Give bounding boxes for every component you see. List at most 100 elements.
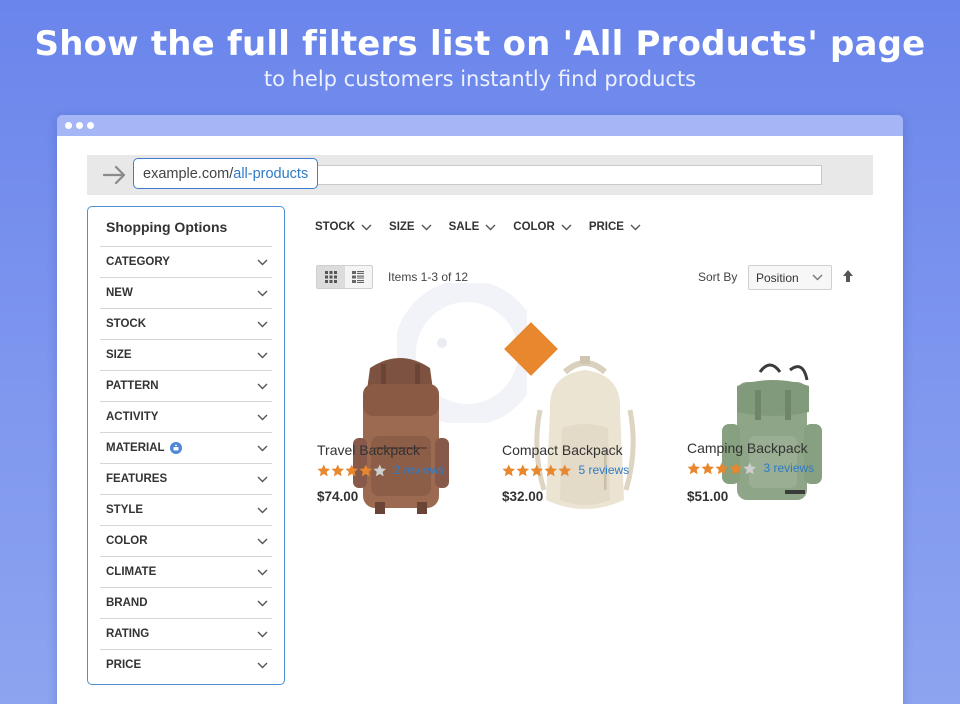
chevron-down-icon: [630, 224, 641, 230]
product-card[interactable]: Compact Backpack 5 reviews $32.00: [500, 350, 670, 640]
top-filter-stock[interactable]: STOCK: [315, 221, 372, 233]
url-domain: example.com/: [143, 165, 234, 182]
chevron-down-icon: [257, 631, 268, 637]
url-highlight[interactable]: example.com/all-products: [133, 158, 319, 189]
filter-item-color[interactable]: COLOR: [100, 525, 272, 556]
sort-label: Sort By: [698, 270, 738, 284]
star-filled-icon: [317, 463, 331, 476]
grid-view-button[interactable]: [317, 266, 345, 288]
star-filled-icon: [701, 461, 715, 474]
star-filled-icon: [687, 461, 701, 474]
list-view-button[interactable]: [345, 266, 373, 288]
star-empty-icon: [743, 461, 757, 474]
filter-label-text: BRAND: [106, 597, 148, 609]
window-dot-icon: [76, 122, 83, 129]
star-filled-icon: [530, 463, 544, 476]
filter-label-text: NEW: [106, 287, 133, 299]
chevron-down-icon: [257, 352, 268, 358]
banner-subline: to help customers instantly find product…: [263, 67, 697, 91]
filter-label: SIZE: [106, 349, 132, 361]
filter-item-stock[interactable]: STOCK: [100, 308, 272, 339]
filter-label-text: PRICE: [106, 659, 142, 671]
shopping-options-panel: Shopping Options CATEGORY NEW STOCK SIZE PAT…: [87, 206, 285, 685]
top-filter-sale[interactable]: SALE: [449, 221, 497, 233]
browser-titlebar: [57, 115, 903, 136]
filter-label-text: MATERIAL: [106, 442, 165, 454]
filter-label-text: STOCK: [106, 318, 147, 330]
sort-select[interactable]: Position: [748, 265, 832, 290]
product-card[interactable]: Travel Backpack 2 reviews $74.00: [315, 350, 485, 640]
filter-label-text: CATEGORY: [106, 256, 170, 268]
filter-label: BRAND: [106, 597, 148, 609]
product-grid: Travel Backpack 2 reviews $74.00 Compact B…: [315, 350, 860, 640]
filter-item-climate[interactable]: CLIMATE: [100, 556, 272, 587]
window-dot-icon: [65, 122, 72, 129]
filter-item-size[interactable]: SIZE: [100, 339, 272, 370]
product-card[interactable]: Camping Backpack 3 reviews $51.00: [685, 350, 855, 640]
filter-item-category[interactable]: CATEGORY: [100, 246, 272, 277]
chevron-down-icon: [257, 538, 268, 544]
sort-direction-arrow-icon[interactable]: [842, 269, 854, 283]
chevron-down-icon: [561, 224, 572, 230]
rating-stars: [502, 463, 572, 477]
product-rating: 2 reviews: [317, 463, 444, 477]
top-filter-color[interactable]: COLOR: [513, 221, 572, 233]
product-name[interactable]: Camping Backpack: [687, 440, 808, 456]
reviews-link[interactable]: 3 reviews: [764, 461, 815, 475]
star-filled-icon: [516, 463, 530, 476]
product-price: $74.00: [317, 489, 359, 504]
filter-item-price[interactable]: PRICE: [100, 649, 272, 680]
chevron-down-icon: [421, 224, 432, 230]
browser-window: example.com/all-products Shopping Option…: [57, 115, 903, 704]
filter-item-new[interactable]: NEW: [100, 277, 272, 308]
filter-item-features[interactable]: FEATURES: [100, 463, 272, 494]
rating-stars: [687, 461, 757, 475]
star-filled-icon: [359, 463, 373, 476]
top-filter-size[interactable]: SIZE: [389, 221, 432, 233]
reviews-link[interactable]: 2 reviews: [394, 463, 445, 477]
top-filter-label: STOCK: [315, 221, 356, 233]
filter-label: PATTERN: [106, 380, 159, 392]
filter-label: RATING: [106, 628, 149, 640]
grid-icon: [324, 271, 337, 283]
url-path: all-products: [233, 165, 309, 182]
filter-item-activity[interactable]: ACTIVITY: [100, 401, 272, 432]
filter-label-text: CLIMATE: [106, 566, 157, 578]
top-filter-label: SALE: [448, 221, 480, 233]
filter-label: FEATURES: [106, 473, 167, 485]
product-price: $51.00: [687, 489, 729, 504]
filter-item-brand[interactable]: BRAND: [100, 587, 272, 618]
chevron-down-icon: [257, 569, 268, 575]
filter-label: COLOR: [106, 535, 148, 547]
product-price: $32.00: [502, 489, 544, 504]
filter-label-text: SIZE: [106, 349, 132, 361]
filter-label-text: COLOR: [106, 535, 148, 547]
chevron-down-icon: [257, 383, 268, 389]
info-icon[interactable]: [169, 442, 182, 454]
reviews-link[interactable]: 5 reviews: [579, 463, 630, 477]
filter-label: STYLE: [106, 504, 143, 516]
filter-label: NEW: [106, 287, 133, 299]
filter-item-material[interactable]: MATERIAL: [100, 432, 272, 463]
star-filled-icon: [729, 461, 743, 474]
filter-item-style[interactable]: STYLE: [100, 494, 272, 525]
filter-list: CATEGORY NEW STOCK SIZE PATTERN ACTIVITY MATER…: [100, 246, 272, 680]
filter-item-rating[interactable]: RATING: [100, 618, 272, 649]
top-filter-bar: STOCK SIZE SALE COLOR PRICE: [315, 221, 641, 233]
view-mode-toggle: [316, 265, 373, 289]
product-rating: 3 reviews: [687, 461, 814, 475]
arrow-right-icon[interactable]: [103, 164, 127, 186]
product-name[interactable]: Travel Backpack: [317, 442, 420, 458]
chevron-down-icon: [257, 321, 268, 327]
sort-select-value: Position: [756, 270, 799, 285]
chevron-down-icon: [257, 414, 268, 420]
top-filter-price[interactable]: PRICE: [589, 221, 641, 233]
filter-item-pattern[interactable]: PATTERN: [100, 370, 272, 401]
banner-headline: Show the full filters list on 'All Produ…: [34, 24, 926, 64]
star-empty-icon: [373, 463, 387, 476]
filter-label-text: STYLE: [106, 504, 144, 516]
top-filter-label: SIZE: [389, 221, 415, 233]
product-name[interactable]: Compact Backpack: [502, 442, 623, 458]
filter-label-text: ACTIVITY: [106, 411, 159, 423]
list-icon: [352, 271, 365, 283]
